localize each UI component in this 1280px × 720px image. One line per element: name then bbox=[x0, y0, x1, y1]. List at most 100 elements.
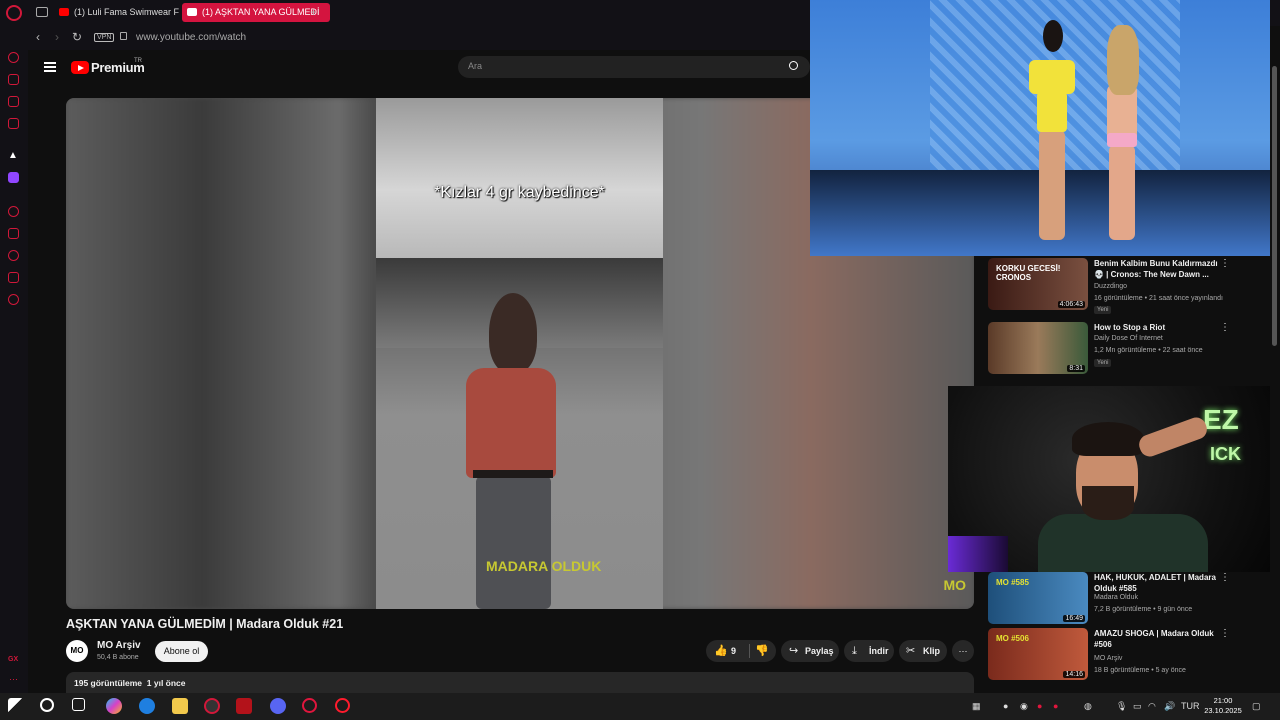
suggestion-channel: Daily Dose Of Internet bbox=[1094, 335, 1163, 342]
dislike-icon[interactable]: 👎 bbox=[755, 644, 769, 658]
sidebar-gx-badge[interactable]: GX bbox=[8, 656, 18, 663]
file-explorer-icon[interactable] bbox=[172, 698, 188, 714]
webcam-overlay: EZ ICK bbox=[948, 386, 1280, 572]
share-button[interactable]: ↪ Paylaş bbox=[781, 640, 839, 662]
taskbar-clock[interactable]: 21:00 23.10.2025 bbox=[1200, 696, 1246, 716]
description-box[interactable]: 195 görüntüleme 1 yıl önce bbox=[66, 672, 974, 694]
tray-opera-icon[interactable]: ● bbox=[1037, 701, 1042, 711]
channel-avatar[interactable]: MO bbox=[66, 640, 88, 662]
region-label: TR bbox=[134, 58, 142, 64]
suggestion-item[interactable]: MO #506 14:16 AMAZU SHOGA | Madara Olduk… bbox=[988, 628, 1230, 680]
opera-logo-icon[interactable] bbox=[6, 5, 22, 21]
suggestion-thumbnail[interactable]: MO #506 14:16 bbox=[988, 628, 1088, 680]
tray-widget-icon[interactable]: ▦ bbox=[972, 701, 981, 712]
more-vert-icon[interactable]: ⋮ bbox=[1220, 258, 1230, 269]
subscribe-button[interactable]: Abone ol bbox=[155, 641, 208, 662]
sidebar-settings-icon[interactable] bbox=[8, 294, 19, 305]
display-icon[interactable]: ▭ bbox=[1133, 701, 1142, 712]
like-divider bbox=[749, 644, 750, 658]
forward-icon[interactable]: › bbox=[55, 30, 59, 44]
back-icon[interactable]: ‹ bbox=[36, 30, 40, 44]
suggestion-item[interactable]: MO #585 16:49 HAK, HUKUK, ADALET | Madar… bbox=[988, 572, 1230, 624]
discord-icon[interactable] bbox=[270, 698, 286, 714]
runway-overlay-video bbox=[810, 0, 1270, 256]
suggestion-thumbnail[interactable]: KORKU GECESİ! CRONOS 4:06:43 bbox=[988, 258, 1088, 310]
views-text: 195 görüntüleme bbox=[74, 678, 143, 688]
language-indicator[interactable]: TUR bbox=[1181, 701, 1200, 711]
windows-start-icon[interactable] bbox=[8, 698, 24, 714]
video-frame: *Kızlar 4 gr kaybedince* MADARA OLDUK bbox=[376, 98, 663, 609]
like-icon[interactable]: 👍 bbox=[714, 644, 728, 658]
tab-menu-icon[interactable] bbox=[36, 7, 48, 17]
opera-sidebar: ▲ GX ⋯ bbox=[0, 26, 28, 693]
page-scrollbar[interactable] bbox=[1270, 26, 1280, 693]
search-input[interactable]: Ara bbox=[458, 56, 778, 78]
suggestion-item[interactable]: 8:31 How to Stop a Riot Daily Dose Of In… bbox=[988, 322, 1230, 374]
sidebar-extensions-icon[interactable] bbox=[8, 272, 19, 283]
volume-icon[interactable]: 🔊 bbox=[1164, 701, 1175, 712]
suggestion-title[interactable]: HAK, HUKUK, ADALET | Madara Olduk #585 bbox=[1094, 572, 1218, 594]
video-editor-icon[interactable] bbox=[236, 698, 252, 714]
copilot-icon[interactable] bbox=[106, 698, 122, 714]
opera-red-icon[interactable] bbox=[335, 698, 350, 713]
suggestion-title[interactable]: AMAZU SHOGA | Madara Olduk #506 bbox=[1094, 628, 1218, 650]
new-tab-button[interactable]: + bbox=[310, 5, 317, 19]
search-button[interactable] bbox=[778, 56, 810, 78]
tray-app2-icon[interactable]: ● bbox=[1053, 701, 1058, 711]
duration-badge: 8:31 bbox=[1067, 365, 1085, 372]
streamer-hair bbox=[1072, 422, 1144, 456]
channel-name[interactable]: MO Arşiv bbox=[97, 640, 141, 651]
sidebar-messenger-icon[interactable] bbox=[8, 96, 19, 107]
tray-steam-icon[interactable]: ● bbox=[1003, 701, 1008, 711]
model-body bbox=[1037, 92, 1067, 132]
sidebar-more-icon[interactable]: ⋯ bbox=[9, 674, 18, 685]
tab-luli-fama[interactable]: (1) Luli Fama Swimwear F bbox=[54, 3, 200, 22]
model-legs bbox=[1109, 145, 1135, 240]
vpn-badge[interactable]: VPN bbox=[94, 33, 115, 42]
opera-icon[interactable] bbox=[302, 698, 317, 713]
suggestion-thumbnail[interactable]: MO #585 16:49 bbox=[988, 572, 1088, 624]
more-vert-icon[interactable]: ⋮ bbox=[1220, 322, 1230, 333]
edge-icon[interactable] bbox=[139, 698, 155, 714]
sidebar-history-icon[interactable] bbox=[8, 250, 19, 261]
streamer-beard bbox=[1082, 486, 1134, 520]
notification-icon[interactable]: ▢ bbox=[1252, 701, 1261, 712]
duration-badge: 4:06:43 bbox=[1057, 301, 1085, 308]
sidebar-bookmark-icon[interactable] bbox=[8, 228, 19, 239]
video-title: AŞKTAN YANA GÜLMEDİM | Madara Olduk #21 bbox=[66, 617, 344, 631]
search-icon bbox=[789, 61, 798, 70]
url-field[interactable]: www.youtube.com/watch bbox=[136, 32, 246, 43]
suggestion-item[interactable]: KORKU GECESİ! CRONOS 4:06:43 Benim Kalbi… bbox=[988, 258, 1230, 314]
suggestion-title[interactable]: Benim Kalbim Bunu Kaldırmazdı 💀 | Cronos… bbox=[1094, 258, 1218, 280]
thumbnail-text: KORKU GECESİ! CRONOS bbox=[996, 264, 1061, 282]
search-taskbar-icon[interactable] bbox=[40, 698, 54, 712]
sidebar-twitch-icon[interactable] bbox=[8, 172, 19, 183]
new-badge: Yeni bbox=[1094, 306, 1112, 314]
suggestion-meta: 1,2 Mn görüntüleme • 22 saat önce bbox=[1094, 347, 1203, 354]
suggestion-title[interactable]: How to Stop a Riot bbox=[1094, 322, 1218, 333]
youtube-logo-icon[interactable] bbox=[71, 61, 89, 74]
opera-gx-taskbar-icon[interactable] bbox=[204, 698, 220, 714]
sidebar-news-icon[interactable] bbox=[8, 118, 19, 129]
more-actions-button[interactable]: ⋯ bbox=[952, 640, 974, 662]
clip-button[interactable]: ✂ Klip bbox=[899, 640, 947, 662]
tab-asktan-yana[interactable]: (1) AŞKTAN YANA GÜLMEDİ bbox=[182, 3, 330, 22]
sidebar-bag-icon[interactable] bbox=[8, 74, 19, 85]
microphone-icon[interactable]: 🎙 bbox=[1116, 701, 1127, 712]
sidebar-refresh-icon[interactable] bbox=[8, 52, 19, 63]
more-vert-icon[interactable]: ⋮ bbox=[1220, 628, 1230, 639]
menu-icon[interactable] bbox=[44, 62, 56, 72]
more-vert-icon[interactable]: ⋮ bbox=[1220, 572, 1230, 583]
wifi-icon[interactable]: ◠ bbox=[1148, 701, 1156, 712]
sidebar-player-icon[interactable] bbox=[8, 206, 19, 217]
tray-network-icon[interactable]: ◍ bbox=[1084, 701, 1092, 712]
download-button[interactable]: ⤓ İndir bbox=[844, 640, 894, 662]
task-view-icon[interactable] bbox=[72, 698, 85, 711]
sidebar-aria-icon[interactable]: ▲ bbox=[8, 150, 18, 161]
suggestion-channel: Duzzdingo bbox=[1094, 283, 1128, 290]
tray-app-icon[interactable]: ◉ bbox=[1020, 701, 1028, 712]
suggestion-meta: 16 görüntüleme • 21 saat önce yayınlandı bbox=[1094, 295, 1223, 302]
suggestion-thumbnail[interactable]: 8:31 bbox=[988, 322, 1088, 374]
scrollbar-thumb[interactable] bbox=[1272, 66, 1277, 346]
reload-icon[interactable]: ↻ bbox=[72, 30, 82, 44]
